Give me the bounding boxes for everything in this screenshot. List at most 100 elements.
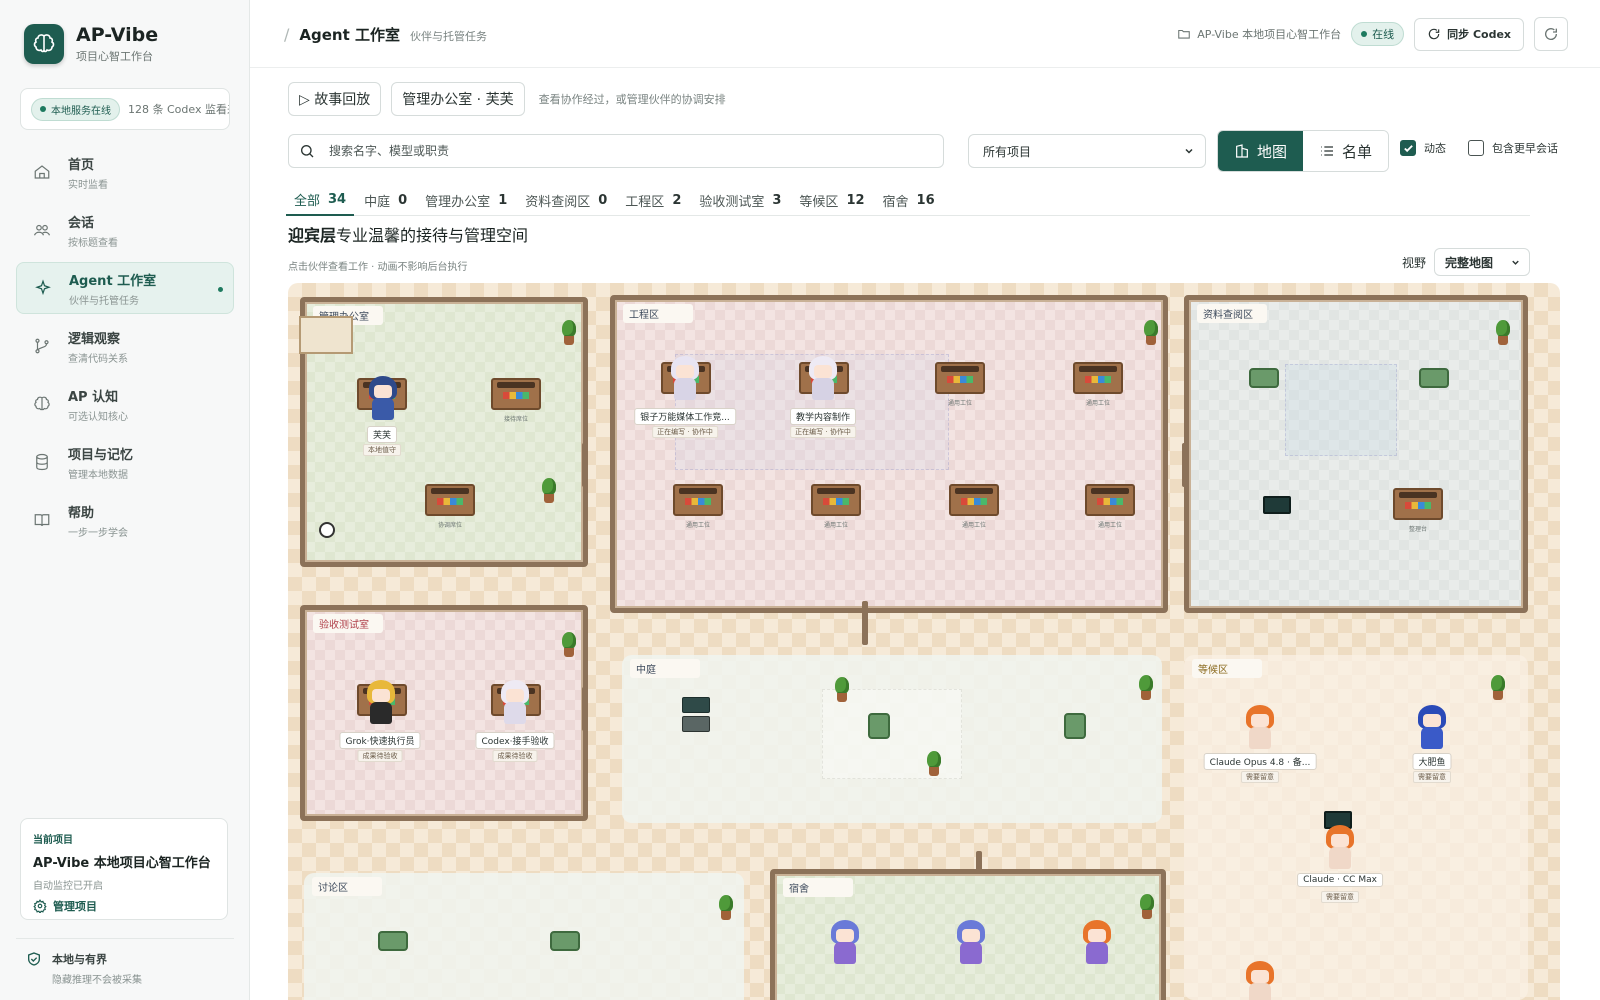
- sync-codex-button[interactable]: 同步 Codex: [1414, 17, 1524, 51]
- agent-name[interactable]: 芙芙: [366, 426, 398, 443]
- plant-icon: [926, 751, 942, 777]
- agent-name[interactable]: 大肥鱼: [1412, 753, 1452, 770]
- tab-testing[interactable]: 验收测试室 3: [691, 184, 789, 216]
- sofa[interactable]: [1249, 368, 1279, 388]
- sofa[interactable]: [1419, 368, 1449, 388]
- map-view-button[interactable]: 地图: [1218, 131, 1303, 171]
- project-select[interactable]: 所有项目: [968, 134, 1206, 168]
- room-waiting[interactable]: 等候区 Claude Opus 4.8 · 备... 需要留意 大肥鱼 需要留意…: [1184, 655, 1528, 1000]
- sidebar-item-ap-cognition[interactable]: AP 认知 可选认知核心: [16, 378, 234, 430]
- agent-name[interactable]: Grok·快速执行员: [339, 732, 421, 749]
- sidebar-item-home[interactable]: 首页 实时监看: [16, 146, 234, 198]
- privacy-sub: 隐藏推理不会被采集: [52, 975, 142, 986]
- agent-avatar[interactable]: [803, 356, 843, 402]
- agent-name[interactable]: Claude Opus 4.8 · 备...: [1203, 753, 1317, 770]
- sidebar-item-sessions[interactable]: 会话 按标题查看: [16, 204, 234, 256]
- tab-count: 34: [328, 191, 347, 207]
- agent-avatar[interactable]: [951, 920, 991, 966]
- desk[interactable]: [811, 484, 861, 516]
- agent-avatar[interactable]: [363, 376, 403, 422]
- agent-status: 本地值守: [363, 444, 401, 456]
- agent-avatar[interactable]: [495, 680, 535, 726]
- search-input[interactable]: [329, 144, 929, 158]
- sidebar-item-agent-studio[interactable]: Agent 工作室 伙伴与托管任务: [16, 262, 234, 314]
- agent-name[interactable]: Claude · CC Max: [1297, 873, 1383, 887]
- tab-label: 宿舍: [882, 194, 909, 210]
- tab-engineering[interactable]: 工程区 2: [617, 184, 689, 216]
- home-icon: [32, 162, 52, 182]
- room-testing[interactable]: 验收测试室 Grok·快速执行员 成果待验收 Codex·接手验收 成果待验收: [300, 605, 588, 821]
- dynamic-checkbox[interactable]: [1400, 140, 1416, 156]
- room-engineering[interactable]: 工程区 通用工位 通用工位 通用工位 通用工位 通用工位 通用工位 银子万能媒体…: [610, 295, 1168, 613]
- studio-map[interactable]: 管理办公室 接待席位 协调席位 芙芙 本地值守 工程区 通用工位 通用工位: [288, 283, 1560, 1000]
- desk[interactable]: [425, 484, 475, 516]
- floor-description: 专业温馨的接待与管理空间: [336, 226, 529, 245]
- sofa[interactable]: [378, 931, 408, 951]
- filter-checks: 动态 包含更早会话: [1400, 140, 1558, 156]
- plant-icon: [561, 632, 577, 658]
- agent-name[interactable]: Codex·接手验收: [475, 732, 555, 749]
- include-older-checkbox[interactable]: [1468, 140, 1484, 156]
- agent-status: 需要留意: [1241, 771, 1279, 783]
- desk[interactable]: [1073, 362, 1123, 394]
- tab-dorm[interactable]: 宿舍 16: [875, 184, 943, 216]
- desk[interactable]: [673, 484, 723, 516]
- agent-avatar[interactable]: [1320, 825, 1360, 871]
- sofa[interactable]: [550, 931, 580, 951]
- tab-all[interactable]: 全部 34: [286, 184, 355, 216]
- sidebar-item-projects-memory[interactable]: 项目与记忆 管理本地数据: [16, 436, 234, 488]
- desk[interactable]: [491, 378, 541, 410]
- room-atrium[interactable]: 中庭: [622, 655, 1162, 823]
- agent-avatar[interactable]: [1412, 705, 1452, 751]
- room-dorm[interactable]: 宿舍: [770, 869, 1166, 1000]
- service-status-badge: 本地服务在线: [31, 97, 120, 121]
- sofa[interactable]: [868, 713, 890, 739]
- view-select-value: 完整地图: [1445, 255, 1494, 270]
- sidebar-item-label: 逻辑观察: [68, 331, 121, 347]
- current-project-kicker: 当前项目: [33, 835, 73, 846]
- tab-count: 2: [672, 192, 682, 208]
- agent-status: 成果待验收: [492, 750, 538, 762]
- agent-avatar[interactable]: [665, 356, 705, 402]
- story-replay-button[interactable]: ▷ 故事回放: [288, 82, 382, 116]
- tab-library[interactable]: 资料查阅区 0: [517, 184, 615, 216]
- desk-label: 通用工位: [1097, 522, 1123, 529]
- header-project: AP-Vibe 本地项目心智工作台: [1177, 26, 1341, 42]
- tab-office[interactable]: 管理办公室 1: [417, 184, 515, 216]
- tab-atrium[interactable]: 中庭 0: [356, 184, 415, 216]
- floor-name: 迎宾层: [288, 226, 337, 245]
- room-office[interactable]: 管理办公室 接待席位 协调席位 芙芙 本地值守: [299, 297, 588, 567]
- office-manager-button[interactable]: 管理办公室 · 芙芙: [391, 82, 525, 116]
- plant-icon: [561, 320, 577, 346]
- brand[interactable]: AP-Vibe 项目心智工作台: [24, 24, 158, 64]
- desk[interactable]: [935, 362, 985, 394]
- agent-avatar[interactable]: [1240, 705, 1280, 751]
- room-discussion[interactable]: 讨论区: [304, 873, 744, 1000]
- sidebar-item-label: Agent 工作室: [69, 273, 157, 289]
- desk-label: 通用工位: [1085, 400, 1111, 407]
- refresh-button[interactable]: [1534, 17, 1568, 51]
- door: [582, 443, 588, 487]
- agent-avatar[interactable]: [1077, 920, 1117, 966]
- manage-project-label: 管理项目: [53, 900, 97, 913]
- desk[interactable]: [949, 484, 999, 516]
- tab-waiting[interactable]: 等候区 12: [791, 184, 872, 216]
- agent-avatar[interactable]: [825, 920, 865, 966]
- sofa[interactable]: [1064, 713, 1086, 739]
- room-library[interactable]: 资料查阅区 整理台: [1184, 295, 1528, 613]
- door: [862, 601, 868, 645]
- manage-project-link[interactable]: 管理项目: [33, 898, 215, 914]
- agent-avatar[interactable]: [361, 680, 401, 726]
- online-badge: 在线: [1351, 22, 1405, 46]
- agent-name[interactable]: 银子万能媒体工作竞...: [634, 408, 736, 425]
- users-icon: [32, 220, 52, 240]
- sidebar-item-help[interactable]: 帮助 一步一步学会: [16, 494, 234, 546]
- desk[interactable]: [1393, 488, 1443, 520]
- agent-name[interactable]: 教学内容制作: [789, 408, 857, 425]
- list-view-button[interactable]: 名单: [1303, 131, 1388, 171]
- sidebar-item-logic[interactable]: 逻辑观察 查清代码关系: [16, 320, 234, 372]
- check-icon: [1403, 144, 1413, 152]
- desk[interactable]: [1085, 484, 1135, 516]
- view-select[interactable]: 完整地图: [1434, 248, 1530, 276]
- agent-avatar[interactable]: [1240, 961, 1280, 1000]
